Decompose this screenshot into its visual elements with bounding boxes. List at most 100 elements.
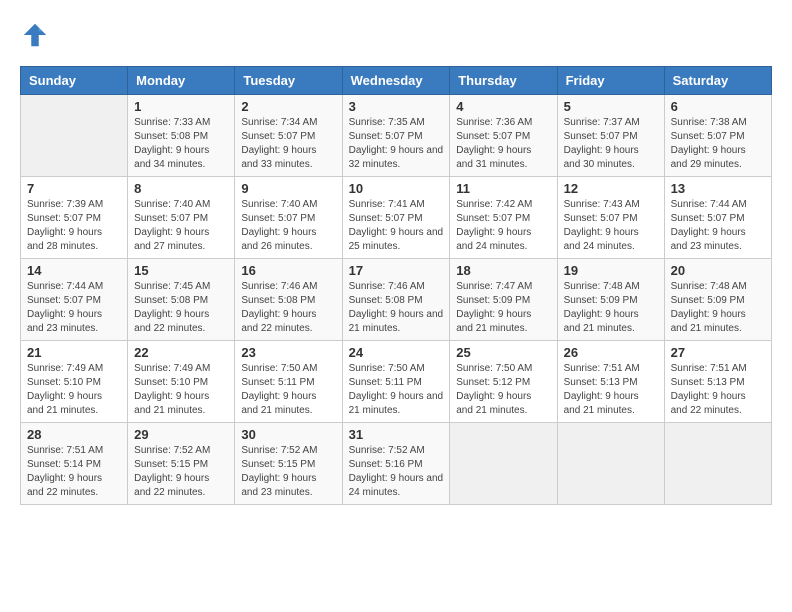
day-number: 2 — [241, 99, 335, 114]
day-number: 26 — [564, 345, 658, 360]
day-number: 25 — [456, 345, 550, 360]
calendar-day-cell: 20 Sunrise: 7:48 AMSunset: 5:09 PMDayligh… — [664, 259, 771, 341]
logo-icon — [20, 20, 50, 50]
calendar-day-cell: 11 Sunrise: 7:42 AMSunset: 5:07 PMDayligh… — [450, 177, 557, 259]
calendar-day-cell — [21, 95, 128, 177]
calendar-table: SundayMondayTuesdayWednesdayThursdayFrid… — [20, 66, 772, 505]
day-number: 9 — [241, 181, 335, 196]
day-detail: Sunrise: 7:50 AMSunset: 5:12 PMDaylight:… — [456, 362, 550, 418]
day-detail: Sunrise: 7:47 AMSunset: 5:09 PMDaylight:… — [456, 280, 550, 336]
day-detail: Sunrise: 7:40 AMSunset: 5:07 PMDaylight:… — [134, 198, 228, 254]
calendar-day-cell: 5 Sunrise: 7:37 AMSunset: 5:07 PMDaylight… — [557, 95, 664, 177]
calendar-day-cell — [557, 423, 664, 505]
calendar-week-row: 28 Sunrise: 7:51 AMSunset: 5:14 PMDayligh… — [21, 423, 772, 505]
calendar-day-cell: 27 Sunrise: 7:51 AMSunset: 5:13 PMDayligh… — [664, 341, 771, 423]
calendar-day-cell: 14 Sunrise: 7:44 AMSunset: 5:07 PMDayligh… — [21, 259, 128, 341]
day-detail: Sunrise: 7:51 AMSunset: 5:13 PMDaylight:… — [671, 362, 765, 418]
day-detail: Sunrise: 7:44 AMSunset: 5:07 PMDaylight:… — [671, 198, 765, 254]
calendar-day-cell — [450, 423, 557, 505]
calendar-day-cell: 21 Sunrise: 7:49 AMSunset: 5:10 PMDayligh… — [21, 341, 128, 423]
day-number: 8 — [134, 181, 228, 196]
day-detail: Sunrise: 7:37 AMSunset: 5:07 PMDaylight:… — [564, 116, 658, 172]
day-detail: Sunrise: 7:52 AMSunset: 5:15 PMDaylight:… — [134, 444, 228, 500]
calendar-day-cell: 2Sunrise: 7:34 AMSunset: 5:07 PMDaylight… — [235, 95, 342, 177]
day-number: 19 — [564, 263, 658, 278]
weekday-header: Sunday — [21, 67, 128, 95]
day-detail: Sunrise: 7:50 AMSunset: 5:11 PMDaylight:… — [349, 362, 444, 418]
day-number: 15 — [134, 263, 228, 278]
day-detail: Sunrise: 7:48 AMSunset: 5:09 PMDaylight:… — [564, 280, 658, 336]
calendar-day-cell: 13 Sunrise: 7:44 AMSunset: 5:07 PMDayligh… — [664, 177, 771, 259]
day-number: 11 — [456, 181, 550, 196]
day-number: 10 — [349, 181, 444, 196]
calendar-day-cell: 31 Sunrise: 7:52 AMSunset: 5:16 PMDayligh… — [342, 423, 450, 505]
calendar-week-row: 1Sunrise: 7:33 AMSunset: 5:08 PMDaylight… — [21, 95, 772, 177]
calendar-day-cell: 25 Sunrise: 7:50 AMSunset: 5:12 PMDayligh… — [450, 341, 557, 423]
day-number: 16 — [241, 263, 335, 278]
page-header — [20, 20, 772, 50]
day-number: 3 — [349, 99, 444, 114]
day-detail: Sunrise: 7:41 AMSunset: 5:07 PMDaylight:… — [349, 198, 444, 254]
day-number: 18 — [456, 263, 550, 278]
day-number: 31 — [349, 427, 444, 442]
day-detail: Sunrise: 7:43 AMSunset: 5:07 PMDaylight:… — [564, 198, 658, 254]
day-detail: Sunrise: 7:36 AMSunset: 5:07 PMDaylight:… — [456, 116, 550, 172]
day-detail: Sunrise: 7:50 AMSunset: 5:11 PMDaylight:… — [241, 362, 335, 418]
calendar-day-cell: 16 Sunrise: 7:46 AMSunset: 5:08 PMDayligh… — [235, 259, 342, 341]
day-number: 27 — [671, 345, 765, 360]
day-number: 29 — [134, 427, 228, 442]
day-detail: Sunrise: 7:42 AMSunset: 5:07 PMDaylight:… — [456, 198, 550, 254]
day-detail: Sunrise: 7:44 AMSunset: 5:07 PMDaylight:… — [27, 280, 121, 336]
day-number: 7 — [27, 181, 121, 196]
day-number: 14 — [27, 263, 121, 278]
day-number: 20 — [671, 263, 765, 278]
calendar-week-row: 14 Sunrise: 7:44 AMSunset: 5:07 PMDayligh… — [21, 259, 772, 341]
calendar-day-cell: 15 Sunrise: 7:45 AMSunset: 5:08 PMDayligh… — [128, 259, 235, 341]
day-detail: Sunrise: 7:45 AMSunset: 5:08 PMDaylight:… — [134, 280, 228, 336]
calendar-day-cell: 24 Sunrise: 7:50 AMSunset: 5:11 PMDayligh… — [342, 341, 450, 423]
day-detail: Sunrise: 7:49 AMSunset: 5:10 PMDaylight:… — [27, 362, 121, 418]
day-detail: Sunrise: 7:33 AMSunset: 5:08 PMDaylight:… — [134, 116, 228, 172]
day-detail: Sunrise: 7:51 AMSunset: 5:14 PMDaylight:… — [27, 444, 121, 500]
calendar-day-cell: 4 Sunrise: 7:36 AMSunset: 5:07 PMDaylight… — [450, 95, 557, 177]
weekday-header: Thursday — [450, 67, 557, 95]
weekday-header: Wednesday — [342, 67, 450, 95]
calendar-day-cell — [664, 423, 771, 505]
day-detail: Sunrise: 7:46 AMSunset: 5:08 PMDaylight:… — [349, 280, 444, 336]
calendar-day-cell: 23Sunrise: 7:50 AMSunset: 5:11 PMDayligh… — [235, 341, 342, 423]
calendar-day-cell: 6Sunrise: 7:38 AMSunset: 5:07 PMDaylight… — [664, 95, 771, 177]
calendar-day-cell: 10 Sunrise: 7:41 AMSunset: 5:07 PMDayligh… — [342, 177, 450, 259]
calendar-day-cell: 3Sunrise: 7:35 AMSunset: 5:07 PMDaylight… — [342, 95, 450, 177]
day-number: 4 — [456, 99, 550, 114]
day-number: 5 — [564, 99, 658, 114]
calendar-day-cell: 17 Sunrise: 7:46 AMSunset: 5:08 PMDayligh… — [342, 259, 450, 341]
day-number: 28 — [27, 427, 121, 442]
day-number: 6 — [671, 99, 765, 114]
day-detail: Sunrise: 7:52 AMSunset: 5:15 PMDaylight:… — [241, 444, 335, 500]
calendar-day-cell: 26Sunrise: 7:51 AMSunset: 5:13 PMDayligh… — [557, 341, 664, 423]
weekday-header: Monday — [128, 67, 235, 95]
day-detail: Sunrise: 7:46 AMSunset: 5:08 PMDaylight:… — [241, 280, 335, 336]
calendar-week-row: 21 Sunrise: 7:49 AMSunset: 5:10 PMDayligh… — [21, 341, 772, 423]
calendar-day-cell: 30 Sunrise: 7:52 AMSunset: 5:15 PMDayligh… — [235, 423, 342, 505]
calendar-header-row: SundayMondayTuesdayWednesdayThursdayFrid… — [21, 67, 772, 95]
day-detail: Sunrise: 7:52 AMSunset: 5:16 PMDaylight:… — [349, 444, 444, 500]
day-number: 13 — [671, 181, 765, 196]
calendar-day-cell: 9 Sunrise: 7:40 AMSunset: 5:07 PMDaylight… — [235, 177, 342, 259]
calendar-day-cell: 7Sunrise: 7:39 AMSunset: 5:07 PMDaylight… — [21, 177, 128, 259]
day-number: 21 — [27, 345, 121, 360]
calendar-week-row: 7Sunrise: 7:39 AMSunset: 5:07 PMDaylight… — [21, 177, 772, 259]
calendar-day-cell: 22Sunrise: 7:49 AMSunset: 5:10 PMDayligh… — [128, 341, 235, 423]
weekday-header: Tuesday — [235, 67, 342, 95]
day-detail: Sunrise: 7:48 AMSunset: 5:09 PMDaylight:… — [671, 280, 765, 336]
calendar-day-cell: 8 Sunrise: 7:40 AMSunset: 5:07 PMDaylight… — [128, 177, 235, 259]
day-number: 12 — [564, 181, 658, 196]
calendar-day-cell: 18 Sunrise: 7:47 AMSunset: 5:09 PMDayligh… — [450, 259, 557, 341]
day-number: 17 — [349, 263, 444, 278]
day-detail: Sunrise: 7:40 AMSunset: 5:07 PMDaylight:… — [241, 198, 335, 254]
day-number: 24 — [349, 345, 444, 360]
weekday-header: Saturday — [664, 67, 771, 95]
day-number: 30 — [241, 427, 335, 442]
logo — [20, 20, 54, 50]
calendar-day-cell: 12 Sunrise: 7:43 AMSunset: 5:07 PMDayligh… — [557, 177, 664, 259]
